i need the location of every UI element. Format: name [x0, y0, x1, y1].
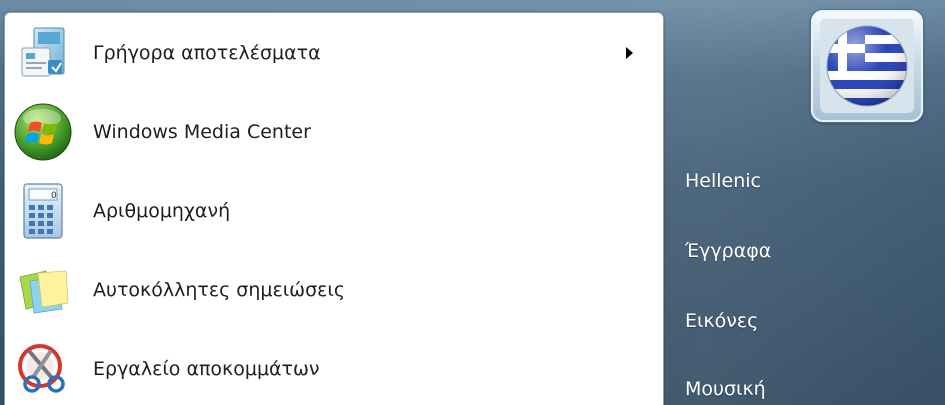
sticky-notes-icon	[11, 258, 75, 322]
program-item-calculator[interactable]: 0 Αριθμομηχανή	[11, 175, 655, 247]
user-account-picture[interactable]	[811, 10, 923, 122]
getting-started-icon	[11, 21, 75, 85]
place-item-music[interactable]: Μουσική	[685, 378, 766, 400]
program-label: Windows Media Center	[93, 121, 311, 143]
program-item-windows-media-center[interactable]: Windows Media Center	[11, 96, 655, 168]
start-menu: Γρήγορα αποτελέσματα Windows Media Cente…	[0, 0, 945, 405]
program-label: Αυτοκόλλητες σημειώσεις	[93, 279, 345, 301]
windows-media-center-icon	[11, 100, 75, 164]
program-item-snipping-tool[interactable]: Εργαλείο αποκομμάτων	[11, 333, 655, 405]
place-item-documents[interactable]: Έγγραφα	[685, 240, 771, 262]
svg-text:0: 0	[51, 191, 57, 201]
program-label: Αριθμομηχανή	[93, 200, 231, 222]
program-label: Γρήγορα αποτελέσματα	[93, 42, 321, 64]
snipping-tool-icon	[11, 337, 75, 401]
greek-flag-icon	[820, 19, 914, 113]
submenu-arrow-icon	[626, 47, 633, 59]
program-item-getting-started[interactable]: Γρήγορα αποτελέσματα	[11, 17, 655, 89]
place-item-pictures[interactable]: Εικόνες	[685, 310, 758, 332]
program-item-sticky-notes[interactable]: Αυτοκόλλητες σημειώσεις	[11, 254, 655, 326]
calculator-icon: 0	[11, 179, 75, 243]
programs-pane: Γρήγορα αποτελέσματα Windows Media Cente…	[4, 12, 664, 405]
place-item-user-folder[interactable]: Hellenic	[685, 170, 761, 192]
program-label: Εργαλείο αποκομμάτων	[93, 358, 320, 380]
